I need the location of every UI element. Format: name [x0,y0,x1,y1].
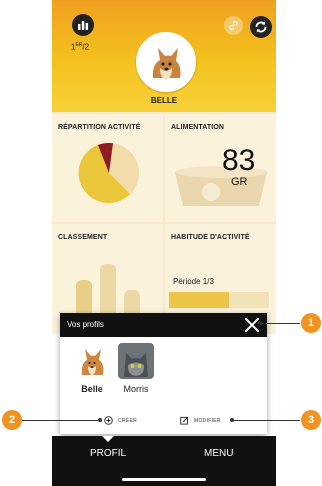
dashboard-grid: RÉPARTITION ACTIVITÉ ALIMENTATION 83 GR [52,112,276,334]
stats-icon[interactable] [72,14,94,36]
profiles-modal: Vos profils Belle Morris CRÉER MODIFIER [60,313,267,434]
dog-photo-icon [74,343,110,379]
modal-title: Vos profils [67,320,104,329]
callout-dot-3 [230,418,234,422]
level-total: /2 [82,42,90,52]
bottom-navigation: PROFIL MENU [52,436,276,486]
home-indicator [122,478,206,481]
nav-profil[interactable]: PROFIL [90,448,126,459]
cat-photo-icon [118,343,154,379]
profile-header: 1ER/2 BELLE [52,0,276,112]
profile-item-morris[interactable]: Morris [116,343,156,394]
activity-pie-chart [78,142,139,203]
callout-line-1 [260,323,300,324]
callout-line-3 [232,420,300,421]
ranking-card-title: CLASSEMENT [58,234,108,241]
callout-badge-2: 2 [2,410,22,430]
callout-badge-1: 1 [301,313,321,333]
food-card-title: ALIMENTATION [171,124,225,131]
habit-card-title: HABITUDE D'ACTIVITÉ [171,234,250,241]
edit-icon [180,416,189,425]
profile-name: Morris [123,384,149,394]
plus-circle-icon [104,416,113,425]
edit-label: MODIFIER [194,417,221,424]
callout-dot-1 [258,321,262,325]
profile-item-belle[interactable]: Belle [72,343,112,394]
app-screen: 1ER/2 BELLE RÉPARTITION ACTIVITÉ ALIMENT… [52,0,276,486]
create-label: CRÉER [118,417,138,424]
edit-profile-button[interactable]: MODIFIER [180,416,221,425]
activity-card-title: RÉPARTITION ACTIVITÉ [58,124,141,131]
habit-bar [169,292,269,308]
food-value: 83 [222,144,256,177]
food-card[interactable]: ALIMENTATION [165,114,276,222]
level-indicator: 1ER/2 [71,42,89,52]
bowl-icon [175,166,267,206]
link-icon[interactable] [224,16,243,35]
phone-frame: 1ER/2 BELLE RÉPARTITION ACTIVITÉ ALIMENT… [52,0,276,486]
activity-card[interactable]: RÉPARTITION ACTIVITÉ [52,114,163,222]
callout-dot-2 [98,418,102,422]
callout-line-2 [22,420,98,421]
close-icon[interactable] [243,316,261,334]
profile-name: Belle [81,384,103,394]
nav-menu[interactable]: MENU [204,448,233,459]
pet-avatar[interactable] [136,32,196,92]
food-unit: GR [231,176,248,188]
active-tab-indicator [102,436,114,442]
callout-badge-3: 3 [301,410,321,430]
sync-icon[interactable] [250,16,272,38]
period-label: Période 1/3 [173,277,214,286]
pet-name: BELLE [150,96,178,105]
create-profile-button[interactable]: CRÉER [104,416,137,425]
modal-header: Vos profils [60,313,267,337]
